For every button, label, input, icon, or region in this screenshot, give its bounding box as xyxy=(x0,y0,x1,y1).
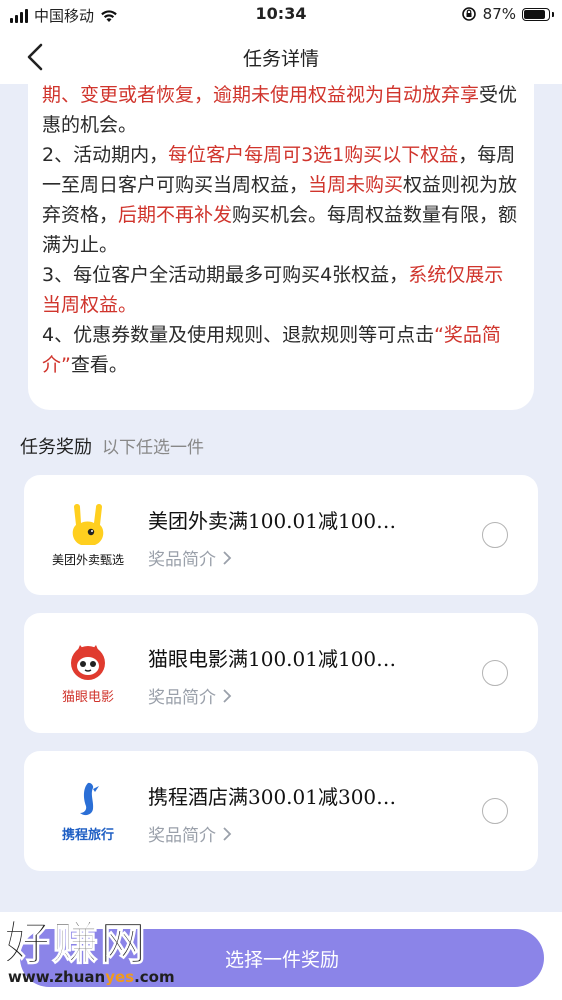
rule-3: 3、每位客户全活动期最多可购买4张权益，系统仅展示当周权益。 xyxy=(42,260,520,320)
maoyan-logo-icon: 猫眼电影 xyxy=(46,637,130,709)
section-subtitle: 以下任选一件 xyxy=(102,438,204,458)
section-title: 任务奖励 xyxy=(20,437,92,458)
chevron-right-icon xyxy=(223,826,232,841)
site-watermark: 好赚网 www.zhuanyes.com xyxy=(4,918,194,994)
reward-name: 携程酒店满300.01减300… xyxy=(148,785,397,809)
rules-card: 期、变更或者恢复，逾期未使用权益视为自动放弃享受优惠的机会。 2、活动期内，每位… xyxy=(28,84,534,410)
watermark-logo: 好赚网 xyxy=(4,916,148,970)
reward-radio[interactable] xyxy=(482,798,508,824)
prize-intro-label: 奖品简介 xyxy=(148,826,216,846)
rule-4-text: 4、优惠券数量及使用规则、退款规则等可点击 xyxy=(42,324,435,346)
logo-caption: 携程旅行 xyxy=(61,827,114,843)
chevron-right-icon xyxy=(223,688,232,703)
prize-intro-label: 奖品简介 xyxy=(148,688,216,708)
prize-intro-label: 奖品简介 xyxy=(148,550,216,570)
rewards-section-title: 任务奖励 以下任选一件 xyxy=(20,433,204,459)
battery-icon xyxy=(522,7,554,21)
battery-percent: 87% xyxy=(482,5,516,23)
prize-intro-link[interactable]: 奖品简介 xyxy=(148,545,232,570)
reward-card-meituan[interactable]: 美团外卖甄选 美团外卖满100.01减100… 奖品简介 xyxy=(24,475,538,595)
reward-card-ctrip[interactable]: 携程旅行 携程酒店满300.01减300… 奖品简介 xyxy=(24,751,538,871)
rule-2: 2、活动期内，每位客户每周可3选1购买以下权益，每周一至周日客户可购买当周权益，… xyxy=(42,140,520,260)
reward-radio[interactable] xyxy=(482,660,508,686)
nav-bar: 任务详情 xyxy=(0,30,562,84)
cat-icon xyxy=(71,644,105,680)
status-right: 87% xyxy=(461,5,554,23)
battery-level xyxy=(524,9,545,19)
rule-4: 4、优惠券数量及使用规则、退款规则等可点击“奖品简介”查看。 xyxy=(42,320,520,380)
rule-2-text: 2、活动期内， xyxy=(42,144,169,166)
reward-card-maoyan[interactable]: 猫眼电影 猫眼电影满100.01减100… 奖品简介 xyxy=(24,613,538,733)
rule-line-0-red: 期、变更或者恢复，逾期未使用权益视为自动放弃享 xyxy=(42,84,480,106)
reward-radio[interactable] xyxy=(482,522,508,548)
rule-line-0: 期、变更或者恢复，逾期未使用权益视为自动放弃享受优惠的机会。 xyxy=(42,84,520,140)
reward-name: 猫眼电影满100.01减100… xyxy=(148,647,397,671)
reward-name: 美团外卖满100.01减100… xyxy=(148,509,397,533)
rule-2-highlight: 每位客户每周可3选1购买以下权益 xyxy=(168,144,459,166)
chevron-right-icon xyxy=(223,550,232,565)
page-title: 任务详情 xyxy=(242,48,319,70)
prize-intro-link[interactable]: 奖品简介 xyxy=(148,683,232,708)
logo-caption: 猫眼电影 xyxy=(61,689,114,705)
rule-2-highlight: 当周未购买 xyxy=(308,174,404,196)
ctrip-logo-icon: 携程旅行 xyxy=(46,775,130,847)
watermark-url: www.zhuanyes.com xyxy=(8,968,175,986)
rule-3-text: 3、每位客户全活动期最多可购买4张权益， xyxy=(42,264,409,286)
orientation-lock-icon xyxy=(461,7,476,21)
rules-text: 期、变更或者恢复，逾期未使用权益视为自动放弃享受优惠的机会。 2、活动期内，每位… xyxy=(42,84,520,380)
status-bar: 中国移动 10:34 87% xyxy=(0,0,562,30)
meituan-logo-icon: 美团外卖甄选 xyxy=(46,499,130,571)
kangaroo-icon xyxy=(72,503,104,545)
rule-2-highlight: 后期不再补发 xyxy=(118,204,233,226)
rule-4-text: 查看。 xyxy=(70,354,128,376)
prize-intro-link[interactable]: 奖品简介 xyxy=(148,821,232,846)
logo-caption: 美团外卖甄选 xyxy=(51,552,124,567)
dolphin-icon xyxy=(80,782,99,815)
